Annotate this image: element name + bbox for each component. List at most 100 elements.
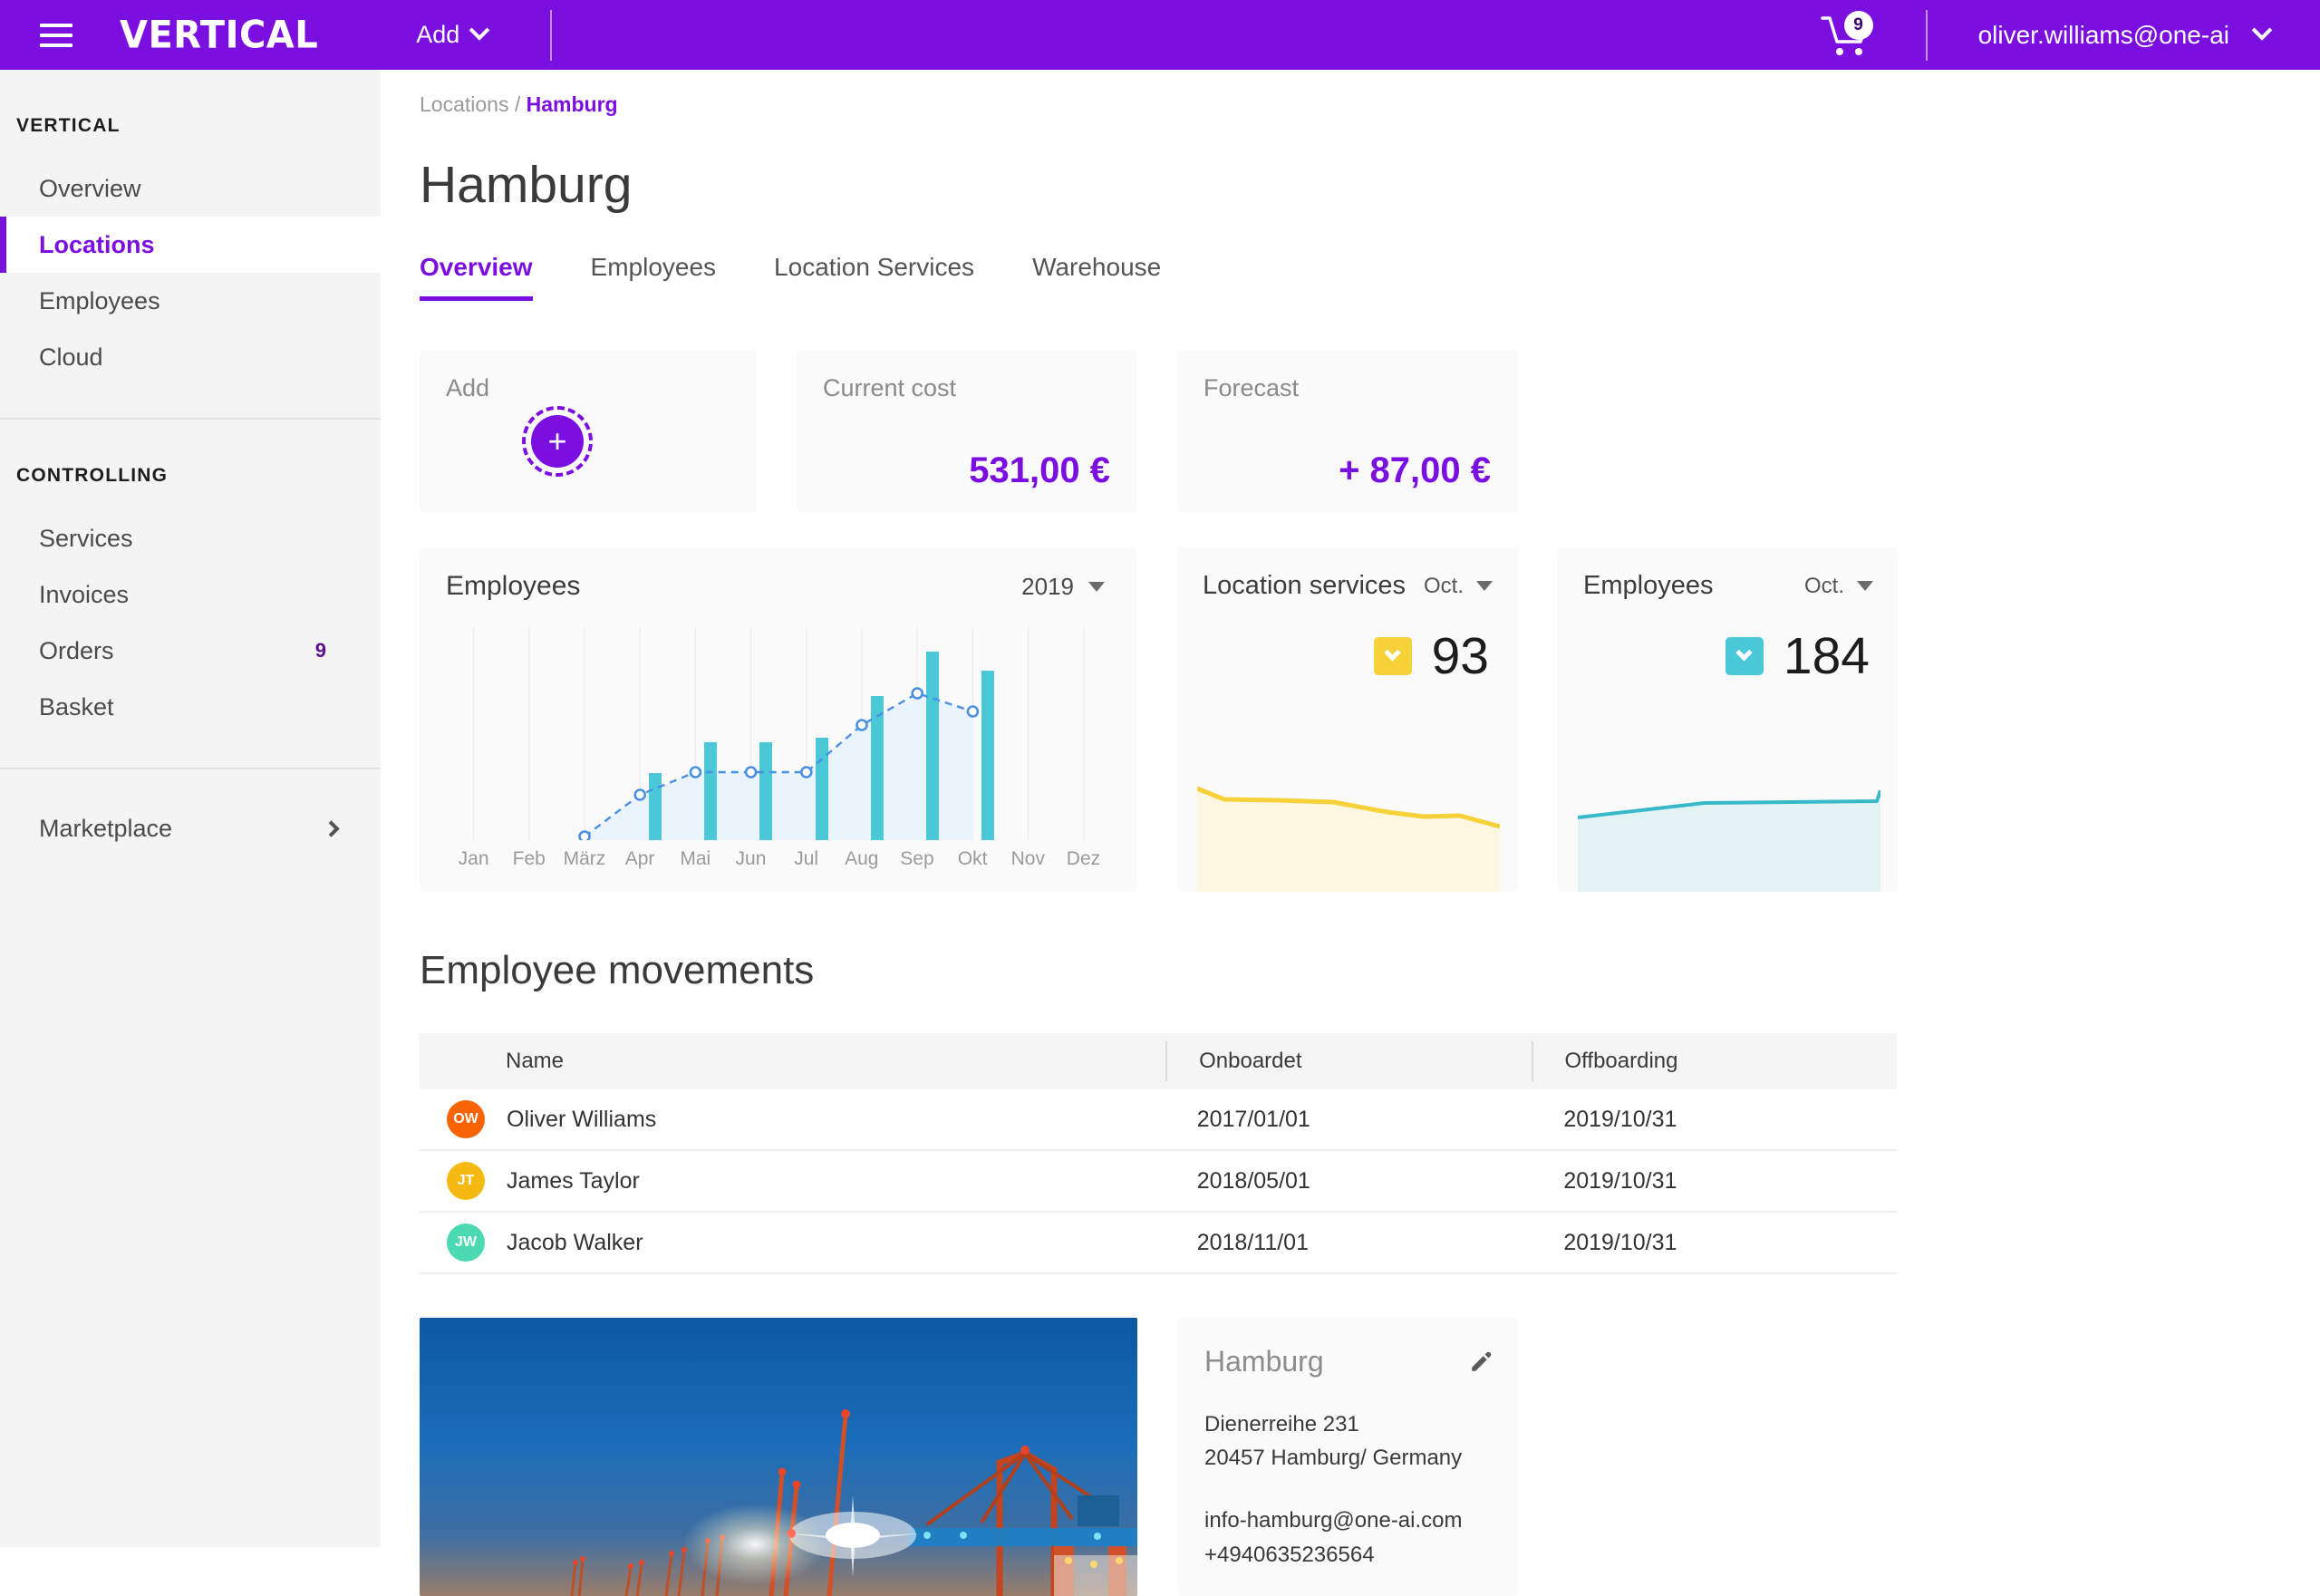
summary-cards-row: Add + Current cost 531,00 € Forecast + 8… bbox=[0, 301, 2320, 513]
table-header-row: Name Onboardet Offboarding bbox=[420, 1033, 1897, 1089]
cart-button[interactable]: 9 bbox=[1820, 10, 1875, 60]
user-divider bbox=[1925, 9, 1928, 61]
current-cost-label: Current cost bbox=[823, 374, 957, 401]
employees-chart-card: Employees 2019 Jan Feb März Apr Mai Jun … bbox=[420, 547, 1137, 892]
sparkline-area bbox=[1578, 790, 1880, 892]
table-row[interactable]: OW Oliver Williams 2017/01/01 2019/10/31 bbox=[420, 1089, 1897, 1151]
location-services-header: Location services Oct. bbox=[1177, 547, 1518, 601]
sidebar-item-label: Invoices bbox=[39, 580, 130, 608]
chevron-right-icon bbox=[323, 819, 340, 837]
x-tick: März bbox=[563, 848, 606, 869]
cell-name: JT James Taylor bbox=[420, 1162, 1165, 1200]
sidebar-item-marketplace[interactable]: Marketplace bbox=[0, 800, 381, 856]
location-services-sparkline bbox=[1197, 786, 1500, 892]
x-tick: Jul bbox=[794, 848, 819, 869]
breadcrumb: Locations / Hamburg bbox=[381, 70, 2320, 117]
forecast-label: Forecast bbox=[1204, 374, 1300, 401]
sidebar-item-orders[interactable]: Orders 9 bbox=[0, 623, 381, 679]
x-tick: Sep bbox=[900, 848, 934, 869]
sidebar-item-services[interactable]: Services bbox=[0, 510, 381, 566]
x-tick: Apr bbox=[624, 848, 655, 869]
x-tick: Okt bbox=[957, 848, 988, 869]
address-card-title: Hamburg bbox=[1204, 1345, 1324, 1378]
page-title: Hamburg bbox=[420, 156, 633, 214]
chart-area-fill bbox=[585, 693, 973, 840]
pencil-icon[interactable] bbox=[1469, 1350, 1493, 1374]
x-tick: Nov bbox=[1010, 848, 1045, 869]
period-value: Oct. bbox=[1803, 573, 1844, 598]
tab-location-services[interactable]: Location Services bbox=[774, 253, 974, 301]
contact-email[interactable]: info-hamburg@one-ai.com bbox=[1204, 1504, 1491, 1537]
x-tick: Feb bbox=[512, 848, 546, 869]
location-detail-row: Hamburg Dienerreihe 231 20457 Hamburg/ G… bbox=[381, 1274, 2320, 1596]
address-card: Hamburg Dienerreihe 231 20457 Hamburg/ G… bbox=[1177, 1318, 1518, 1596]
chevron-down-icon bbox=[1735, 643, 1754, 661]
light-flare bbox=[682, 1504, 827, 1585]
employees-chart-header: Employees 2019 bbox=[420, 547, 1137, 602]
employees-period-selector[interactable]: Oct. bbox=[1804, 574, 1873, 599]
table-row[interactable]: JW Jacob Walker 2018/11/01 2019/10/31 bbox=[420, 1213, 1897, 1274]
sidebar-item-label: Overview bbox=[39, 174, 141, 202]
employee-name: Oliver Williams bbox=[507, 1106, 657, 1132]
add-card-label: Add bbox=[446, 374, 490, 401]
address-street: Dienerreihe 231 bbox=[1204, 1412, 1359, 1436]
contact-phone[interactable]: +4940635236564 bbox=[1204, 1538, 1491, 1572]
x-tick: Jan bbox=[458, 848, 489, 869]
year-selector[interactable]: 2019 bbox=[1021, 573, 1105, 601]
cart-badge: 9 bbox=[1843, 10, 1873, 40]
location-services-title: Location services bbox=[1203, 571, 1406, 600]
cell-offboarding: 2019/10/31 bbox=[1563, 1229, 1677, 1255]
add-menu-button[interactable]: Add bbox=[416, 19, 490, 49]
x-tick: Mai bbox=[680, 848, 711, 869]
avatar: JW bbox=[447, 1224, 485, 1262]
x-tick: Aug bbox=[845, 848, 879, 869]
charts-row: Employees 2019 Jan Feb März Apr Mai Jun … bbox=[381, 513, 2320, 892]
caret-down-icon bbox=[1088, 581, 1105, 592]
cell-name: OW Oliver Williams bbox=[420, 1100, 1165, 1138]
trend-down-chip bbox=[1725, 637, 1764, 675]
employee-name: Jacob Walker bbox=[507, 1229, 643, 1255]
topbar-divider bbox=[550, 9, 553, 61]
sidebar-item-locations[interactable]: Locations bbox=[0, 217, 381, 273]
contact-lines: info-hamburg@one-ai.com +4940635236564 bbox=[1204, 1504, 1491, 1571]
address-lines: Dienerreihe 231 20457 Hamburg/ Germany bbox=[1204, 1407, 1491, 1475]
brand-logo[interactable]: VERTICAL bbox=[120, 13, 318, 56]
hamburger-icon[interactable] bbox=[40, 23, 72, 47]
main-content: Locations / Hamburg Hamburg Overview Emp… bbox=[381, 70, 2320, 1596]
cell-onboarded: 2018/05/01 bbox=[1196, 1167, 1310, 1194]
sidebar-item-basket[interactable]: Basket bbox=[0, 679, 381, 735]
sidebar-group-marketplace: Marketplace bbox=[0, 769, 381, 856]
table-row[interactable]: JT James Taylor 2018/05/01 2019/10/31 bbox=[420, 1151, 1897, 1213]
trend-down-chip bbox=[1373, 637, 1412, 675]
sidebar-item-label: Services bbox=[39, 524, 133, 552]
chart-x-axis: Jan Feb März Apr Mai Jun Jul Aug Sep Okt… bbox=[446, 848, 1111, 870]
cell-name: JW Jacob Walker bbox=[420, 1224, 1165, 1262]
employee-movements-title: Employee movements bbox=[420, 948, 815, 992]
location-services-period-selector[interactable]: Oct. bbox=[1424, 574, 1493, 599]
tab-overview[interactable]: Overview bbox=[420, 253, 533, 301]
avatar: JT bbox=[447, 1162, 485, 1200]
forecast-value: + 87,00 € bbox=[1339, 450, 1491, 490]
sidebar-item-label: Locations bbox=[39, 230, 155, 258]
plus-icon: + bbox=[531, 415, 584, 468]
location-services-value: 93 bbox=[1431, 627, 1489, 685]
add-button[interactable]: + bbox=[522, 406, 593, 477]
user-email-label[interactable]: oliver.williams@one-ai bbox=[1978, 21, 2229, 50]
topbar-right-group: 9 oliver.williams@one-ai bbox=[1820, 0, 2320, 70]
cell-onboarded: 2018/11/01 bbox=[1196, 1229, 1309, 1255]
cell-onboarded: 2017/01/01 bbox=[1196, 1106, 1310, 1132]
tab-warehouse[interactable]: Warehouse bbox=[1032, 253, 1161, 301]
caret-down-icon bbox=[1476, 581, 1493, 591]
breadcrumb-root[interactable]: Locations bbox=[420, 92, 508, 116]
sidebar-item-invoices[interactable]: Invoices bbox=[0, 566, 381, 623]
sidebar-item-overview[interactable]: Overview bbox=[0, 160, 381, 217]
sidebar: VERTICAL Overview Locations Employees Cl… bbox=[0, 70, 381, 1547]
period-value: Oct. bbox=[1423, 573, 1464, 598]
current-cost-card: Current cost 531,00 € bbox=[797, 350, 1137, 513]
add-card: Add + bbox=[420, 350, 757, 513]
chevron-down-icon[interactable] bbox=[2251, 19, 2273, 41]
employees-metric-card: Employees Oct. 184 bbox=[1558, 547, 1899, 892]
tab-employees[interactable]: Employees bbox=[591, 253, 717, 301]
location-services-value-row: 93 bbox=[1177, 601, 1518, 686]
location-services-card: Location services Oct. 93 bbox=[1177, 547, 1518, 892]
